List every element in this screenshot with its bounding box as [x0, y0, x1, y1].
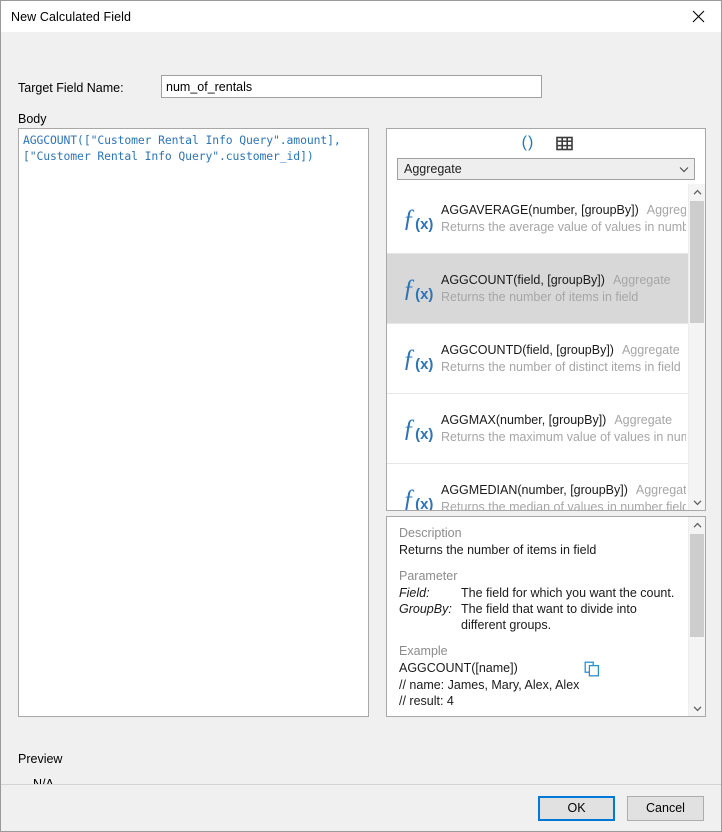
parameter-description-continued: different groups. [461, 618, 552, 632]
function-signature-row: AGGMEDIAN(number, [groupBy]) Aggregate [441, 483, 686, 497]
scroll-down-arrow-icon [693, 499, 701, 505]
function-list-container: ƒ(x) AGGAVERAGE(number, [groupBy]) Aggrega… [387, 184, 705, 510]
function-list-item[interactable]: ƒ(x) AGGAVERAGE(number, [groupBy]) Aggrega… [387, 184, 688, 254]
function-description: Returns the number of distinct items in … [441, 360, 681, 374]
function-signature: AGGMEDIAN(number, [groupBy]) [441, 483, 628, 497]
parameter-description: The field for which you want the count. [461, 586, 675, 600]
function-browser-panel: () Aggregate ƒ(x) AGGAVERAGE(number, [gr… [386, 128, 706, 511]
description-scroll-up-button[interactable] [689, 517, 705, 533]
description-scroll-down-button[interactable] [689, 700, 705, 716]
function-fx-icon: ƒ(x) [402, 414, 434, 443]
function-description: Returns the maximum value of values in n… [441, 430, 686, 444]
new-calculated-field-dialog: New Calculated Field Target Field Name: … [0, 0, 722, 832]
dialog-footer: OK Cancel [1, 784, 721, 831]
body-label: Body [18, 112, 47, 126]
target-field-label: Target Field Name: [18, 81, 124, 95]
description-heading: Description [399, 526, 462, 540]
parentheses-button[interactable]: () [517, 133, 539, 153]
function-list-scroll-thumb[interactable] [690, 201, 704, 323]
description-text: Returns the number of items in field [399, 543, 597, 557]
function-category-tag: Aggregate [635, 483, 686, 497]
example-comment-1: // name: James, Mary, Alex, Alex [399, 678, 580, 692]
function-fx-icon: ƒ(x) [402, 204, 434, 233]
function-category-tag: Aggregate [621, 343, 680, 357]
function-item-texts: AGGMAX(number, [groupBy]) Aggregate Return… [441, 413, 688, 444]
parameter-description: The field that want to divide into [461, 602, 637, 616]
parameter-heading: Parameter [399, 569, 458, 583]
example-comment-2: // result: 4 [399, 694, 454, 708]
function-signature-row: AGGCOUNT(field, [groupBy]) Aggregate [441, 273, 686, 287]
example-heading: Example [399, 644, 448, 658]
function-list-scroll-down-button[interactable] [689, 494, 705, 510]
dialog-content: Target Field Name: Body AGGCOUNT(["Custo… [1, 32, 721, 831]
table-fields-button[interactable] [553, 133, 575, 153]
description-content: Description Returns the number of items … [387, 517, 688, 716]
close-icon [692, 10, 705, 22]
example-code-row: AGGCOUNT([name]) [399, 660, 678, 677]
function-category-tag: Aggregate [614, 413, 673, 427]
function-signature: AGGCOUNT(field, [groupBy]) [441, 273, 605, 287]
function-description-panel: Description Returns the number of items … [386, 516, 706, 717]
parentheses-icon: () [521, 134, 535, 151]
preview-label: Preview [18, 752, 63, 766]
window-title: New Calculated Field [11, 9, 132, 24]
function-item-texts: AGGAVERAGE(number, [groupBy]) Aggregate Re… [441, 203, 688, 234]
function-signature: AGGAVERAGE(number, [groupBy]) [441, 203, 639, 217]
function-signature-row: AGGCOUNTD(field, [groupBy]) Aggregate [441, 343, 686, 357]
function-list-item[interactable]: ƒ(x) AGGMAX(number, [groupBy]) Aggregate Re… [387, 394, 688, 464]
function-list[interactable]: ƒ(x) AGGAVERAGE(number, [groupBy]) Aggrega… [387, 184, 688, 510]
function-description: Returns the number of items in field [441, 290, 639, 304]
function-category-tag: Aggregate [646, 203, 686, 217]
function-item-texts: AGGMEDIAN(number, [groupBy]) Aggregate Ret… [441, 483, 688, 510]
parameter-row: Field: The field for which you want the … [399, 585, 678, 601]
function-list-item[interactable]: ƒ(x) AGGCOUNT(field, [groupBy]) Aggregate R… [387, 254, 688, 324]
function-category-tag: Aggregate [612, 273, 671, 287]
parameter-name: Field: [399, 586, 430, 600]
scroll-down-arrow-icon [693, 705, 701, 711]
parameter-row: GroupBy: The field that want to divide i… [399, 601, 678, 617]
title-bar: New Calculated Field [1, 1, 721, 32]
example-code: AGGCOUNT([name]) [399, 661, 518, 675]
copy-example-button[interactable] [584, 661, 600, 677]
function-list-item[interactable]: ƒ(x) AGGCOUNTD(field, [groupBy]) Aggregate… [387, 324, 688, 394]
scroll-up-arrow-icon [693, 522, 701, 528]
function-signature: AGGCOUNTD(field, [groupBy]) [441, 343, 614, 357]
copy-icon [584, 661, 600, 677]
function-description: Returns the average value of values in n… [441, 220, 686, 234]
table-grid-icon [555, 136, 573, 150]
function-category-value: Aggregate [404, 162, 462, 176]
function-list-item[interactable]: ƒ(x) AGGMEDIAN(number, [groupBy]) Aggregat… [387, 464, 688, 510]
close-button[interactable] [676, 1, 721, 31]
description-scrollbar[interactable] [688, 517, 705, 716]
function-item-texts: AGGCOUNT(field, [groupBy]) Aggregate Retur… [441, 273, 688, 304]
function-fx-icon: ƒ(x) [402, 344, 434, 373]
description-scroll-thumb[interactable] [690, 534, 704, 637]
function-list-scroll-up-button[interactable] [689, 184, 705, 200]
function-signature: AGGMAX(number, [groupBy]) [441, 413, 607, 427]
parameter-name: GroupBy: [399, 602, 452, 616]
body-code-text: AGGCOUNT(["Customer Rental Info Query".a… [23, 133, 341, 163]
function-signature-row: AGGAVERAGE(number, [groupBy]) Aggregate [441, 203, 686, 217]
cancel-button[interactable]: Cancel [627, 795, 704, 821]
function-browser-toolbar: () [387, 129, 705, 157]
target-field-name-input[interactable] [161, 75, 542, 98]
function-list-scrollbar[interactable] [688, 184, 705, 510]
function-item-texts: AGGCOUNTD(field, [groupBy]) Aggregate Retu… [441, 343, 688, 374]
scroll-up-arrow-icon [693, 189, 701, 195]
body-code-editor[interactable]: AGGCOUNT(["Customer Rental Info Query".a… [18, 128, 369, 717]
function-category-select[interactable]: Aggregate [397, 158, 695, 180]
chevron-down-icon [679, 167, 689, 173]
function-fx-icon: ƒ(x) [402, 484, 434, 511]
function-signature-row: AGGMAX(number, [groupBy]) Aggregate [441, 413, 686, 427]
function-description: Returns the median of values in number f… [441, 500, 686, 510]
function-fx-icon: ƒ(x) [402, 274, 434, 303]
ok-button[interactable]: OK [538, 795, 615, 821]
